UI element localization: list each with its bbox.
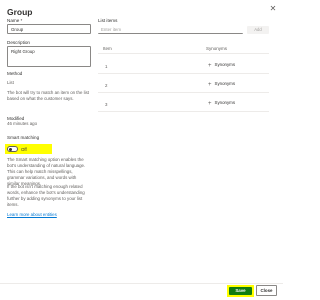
list-item-input[interactable]: Enter item: [98, 25, 243, 34]
list-items-label: List items: [98, 18, 118, 23]
toggle-state-text: Off: [21, 147, 27, 152]
panel-title: Group: [7, 7, 33, 17]
save-button[interactable]: Save: [229, 287, 252, 295]
close-icon[interactable]: ✕: [268, 4, 278, 14]
name-input[interactable]: Group: [7, 24, 91, 34]
list-item-2: 2: [105, 83, 108, 88]
method-help-text: The bot will try to match an item on the…: [7, 90, 89, 101]
row-divider: [98, 73, 269, 74]
close-button[interactable]: Close: [256, 285, 277, 296]
add-item-button[interactable]: Add: [247, 26, 269, 34]
footer-divider: [0, 283, 283, 284]
smart-matching-hint: If the bot isn't matching enough related…: [7, 184, 85, 207]
add-synonyms-button-2[interactable]: + Synonyms: [208, 81, 235, 88]
modified-value: 46 minutes ago: [7, 121, 38, 126]
list-item-3: 3: [105, 102, 108, 107]
row-divider: [98, 111, 269, 112]
plus-icon: +: [208, 81, 212, 88]
synonyms-label-3: Synonyms: [214, 100, 236, 105]
add-synonyms-button-3[interactable]: + Synonyms: [208, 100, 235, 107]
list-item-1: 1: [105, 64, 108, 69]
description-label: Description: [7, 40, 30, 45]
name-label: Name *: [7, 18, 23, 23]
row-divider: [98, 92, 269, 93]
synonyms-label-2: Synonyms: [214, 81, 236, 86]
add-synonyms-button-1[interactable]: + Synonyms: [208, 62, 235, 69]
smart-matching-label: Smart matching: [7, 135, 40, 140]
method-value: List: [7, 80, 14, 85]
plus-icon: +: [208, 100, 212, 107]
toggle-knob: [9, 147, 12, 151]
column-header-item: Item: [103, 46, 112, 51]
header-divider: [98, 53, 269, 54]
method-label: Method: [7, 71, 23, 76]
smart-matching-description: The Smart matching option enables the bo…: [7, 157, 86, 186]
plus-icon: +: [208, 62, 212, 69]
synonyms-label-1: Synonyms: [214, 62, 236, 67]
smart-matching-toggle[interactable]: [7, 146, 18, 152]
learn-more-link[interactable]: Learn more about entities: [7, 212, 57, 217]
column-header-synonyms: Synonyms: [206, 46, 228, 51]
description-textarea[interactable]: Right Group: [7, 46, 91, 67]
